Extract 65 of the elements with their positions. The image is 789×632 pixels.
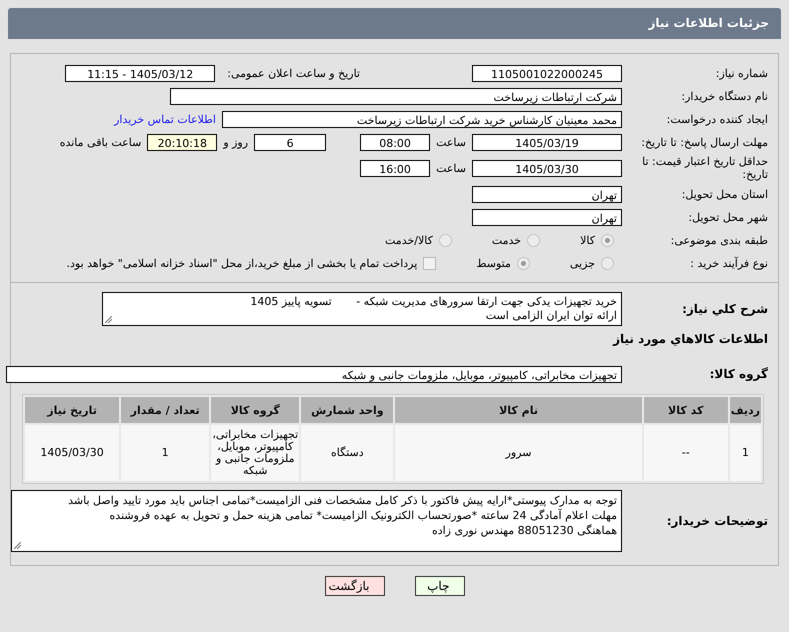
field-label: نوع فرآیند خرید : bbox=[689, 256, 769, 270]
column-header: واحد شمارش bbox=[301, 397, 394, 423]
buyer-field: شرکت ارتباطات زیرساخت bbox=[170, 88, 622, 104]
description-field: خرید تجهیزات یدکی جهت ارتقا سرورهای مدیریت شبکه - تسویه پاییز 1405 ارائه توان ایران الزامی است bbox=[102, 292, 622, 326]
table-cell: تجهیزات مخابراتی، کامپیوتر، موبایل، ملزومات جانبی و شبکه bbox=[211, 425, 300, 481]
goods-group-field: تجهیزات مخابراتی، کامپیوتر، موبایل، ملزومات جانبی و شبکه bbox=[6, 366, 622, 382]
deadline-date-field: 1405/03/19 bbox=[472, 134, 622, 150]
buyer-notes-field: توجه به مدارک پیوستی*ارایه پیش فاکتور با ذکر کامل مشخصات فنی الزامیست*تمامی اجناس باید مورد تایید واصل باشد مهلت اعلام آمادگی 24 ساعته *صورتحساب الکترونیک الزامیست* تمامی هزینه حمل و تحویل به عهده فروشنده هماهنگی 88051230 مهندس نوری زاده bbox=[11, 490, 622, 552]
option-label: متوسط bbox=[476, 256, 511, 270]
field-label: ساعت باقی مانده bbox=[60, 136, 142, 148]
field-label: توضیحات خریدار: bbox=[666, 514, 769, 528]
option-label: کالا/خدمت bbox=[385, 234, 433, 246]
section-heading: اطلاعات كالاهاي مورد نياز bbox=[613, 332, 768, 346]
radio-button[interactable] bbox=[527, 234, 540, 246]
option-label: خدمت bbox=[492, 234, 522, 246]
table-cell: 1405/03/30 bbox=[25, 425, 120, 481]
announce-date-field: 1405/03/12 - 11:15 bbox=[65, 64, 216, 82]
field-label: ایجاد کننده درخواست: bbox=[666, 112, 769, 126]
table-cell: سرور bbox=[395, 425, 642, 481]
deadline-time-field: 08:00 bbox=[360, 134, 430, 150]
need-number-field: 1105001022000245 bbox=[472, 64, 622, 82]
table-cell: 1 bbox=[730, 425, 761, 481]
column-header: تعداد / مقدار bbox=[121, 397, 210, 423]
city-field: تهران bbox=[472, 208, 622, 226]
field-label: استان محل تحویل: bbox=[680, 188, 769, 200]
table-cell: دستگاه bbox=[301, 425, 394, 481]
field-label: ساعت bbox=[436, 162, 466, 174]
buyer-contact-link[interactable]: اطلاعات تماس خریدار bbox=[114, 112, 216, 126]
field-label: ساعت bbox=[436, 136, 466, 148]
option-label: کالا bbox=[580, 234, 595, 246]
validity-date-field: 1405/03/30 bbox=[472, 160, 622, 176]
creator-field: محمد معینیان کارشناس خرید شرکت ارتباطات زیرساخت bbox=[222, 110, 622, 128]
treasury-note: پرداخت تمام یا بخشی از مبلغ خرید،از محل "اسناد خزانه اسلامی" خواهد بود. bbox=[66, 256, 418, 270]
table-cell: 1 bbox=[121, 425, 210, 481]
column-header: تاریخ نیاز bbox=[25, 397, 120, 423]
radio-button[interactable] bbox=[601, 234, 614, 246]
print-button[interactable]: چاپ bbox=[414, 576, 464, 596]
radio-button[interactable] bbox=[516, 256, 530, 270]
field-label: نام دستگاه خریدار: bbox=[680, 90, 769, 102]
field-label: شرح کلي نياز: bbox=[681, 302, 769, 316]
field-label: تاریخ و ساعت اعلان عمومی: bbox=[227, 66, 360, 80]
field-label: شماره نیاز: bbox=[714, 66, 769, 80]
column-header: ردیف bbox=[730, 397, 761, 423]
checkbox[interactable] bbox=[423, 256, 436, 270]
column-header: نام کالا bbox=[395, 397, 642, 423]
page-header: جزئیات اطلاعات نیاز bbox=[8, 8, 781, 39]
table-cell: -- bbox=[644, 425, 728, 481]
remaining-time-field: 20:10:18 bbox=[147, 134, 218, 150]
column-header: کد کالا bbox=[644, 397, 728, 423]
field-label: شهر محل تحویل: bbox=[687, 210, 769, 224]
field-label: گروه کالا: bbox=[708, 368, 769, 380]
resize-grip-icon[interactable] bbox=[105, 316, 112, 323]
province-field: تهران bbox=[472, 186, 622, 202]
days-field: 6 bbox=[254, 134, 326, 150]
column-header: گروه کالا bbox=[211, 397, 300, 423]
radio-button[interactable] bbox=[601, 256, 614, 270]
field-label: مهلت ارسال پاسخ: تا تاریخ: bbox=[640, 136, 769, 148]
option-label: جزیی bbox=[570, 256, 595, 270]
field-label: روز و bbox=[223, 136, 248, 148]
field-label: طبقه بندی موضوعی: bbox=[670, 234, 769, 246]
back-button[interactable]: بازگشت bbox=[324, 576, 384, 596]
resize-grip-icon[interactable] bbox=[14, 542, 21, 549]
radio-button[interactable] bbox=[438, 234, 452, 246]
validity-time-field: 16:00 bbox=[360, 160, 430, 176]
field-label: حداقل تاریخ اعتبار قیمت: تا تاریخ: bbox=[641, 155, 769, 181]
